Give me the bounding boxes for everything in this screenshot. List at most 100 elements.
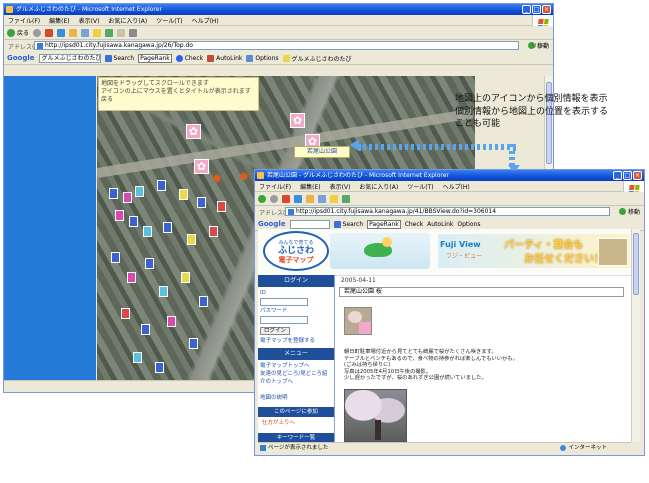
join-link[interactable]: 仕方が上りへ [258, 417, 334, 430]
cherry-blossom-icon[interactable] [194, 159, 209, 174]
forward-arrow-icon[interactable] [270, 194, 278, 203]
menu-edit[interactable]: 編集(E) [300, 182, 320, 191]
menu-file[interactable]: ファイル(F) [259, 182, 291, 191]
pagerank-button[interactable]: PageRank [138, 53, 172, 63]
go-button[interactable]: 移動 [618, 207, 640, 216]
favorites-icon[interactable] [93, 28, 102, 37]
maximize-button[interactable]: □ [532, 5, 541, 14]
favorites-icon[interactable] [330, 194, 338, 203]
restaurant-pin-icon[interactable] [181, 272, 190, 283]
autumn-leaf-icon[interactable] [237, 170, 251, 184]
id-input[interactable] [260, 298, 308, 306]
address-input[interactable]: http://ipsd01.city.fujisawa.kanagawa.jp/… [285, 207, 610, 216]
menu-help[interactable]: ヘルプ(H) [443, 182, 470, 191]
restaurant-pin-icon[interactable] [159, 286, 168, 297]
history-icon[interactable] [342, 194, 350, 203]
menu-view[interactable]: 表示(V) [79, 16, 100, 25]
restaurant-pin-icon[interactable] [143, 226, 152, 237]
password-input[interactable] [260, 316, 308, 324]
search-icon[interactable] [81, 28, 90, 37]
google-search-input[interactable]: グルメふじさわのたび [38, 53, 101, 63]
menu-file[interactable]: ファイル(F) [8, 16, 40, 25]
restaurant-pin-icon[interactable] [187, 234, 196, 245]
restaurant-pin-icon[interactable] [197, 197, 206, 208]
menu-favorites[interactable]: お気に入り(A) [359, 182, 398, 191]
menu-help[interactable]: ヘルプ(H) [192, 16, 219, 25]
menu-item-highlights[interactable]: 友達の見どころ/見どころ紹介のトップへ [260, 370, 332, 386]
back-arrow-icon[interactable] [258, 194, 266, 203]
search-icon[interactable] [318, 194, 326, 203]
register-link[interactable]: 電子マップを登録する [260, 338, 332, 345]
mail-icon[interactable] [117, 28, 126, 37]
check-button[interactable]: Check [175, 54, 203, 62]
close-button[interactable]: × [633, 171, 642, 180]
google-logo[interactable]: Google [258, 220, 286, 228]
restaurant-pin-icon[interactable] [141, 324, 150, 335]
stop-icon[interactable] [282, 194, 290, 203]
restaurant-pin-icon[interactable] [217, 201, 226, 212]
cherry-blossom-icon[interactable] [290, 113, 305, 128]
google-search-button[interactable]: Search [104, 54, 134, 62]
print-icon[interactable] [129, 28, 138, 37]
restaurant-pin-icon[interactable] [199, 296, 208, 307]
cherry-tree-photo[interactable] [344, 389, 407, 442]
links-label[interactable]: リンク [531, 41, 549, 50]
restaurant-pin-icon[interactable] [155, 362, 164, 373]
menu-tools[interactable]: ツール(T) [156, 16, 182, 25]
address-input[interactable]: http://ipsd01.city.fujisawa.kanagawa.jp/… [34, 41, 519, 50]
back-button[interactable]: 戻る [7, 28, 29, 37]
refresh-icon[interactable] [294, 194, 302, 203]
restaurant-pin-icon[interactable] [121, 308, 130, 319]
restaurant-pin-icon[interactable] [209, 226, 218, 237]
history-icon[interactable] [105, 28, 114, 37]
login-button[interactable]: ログイン [260, 327, 291, 335]
restaurant-pin-icon[interactable] [145, 258, 154, 269]
refresh-icon[interactable] [57, 28, 66, 37]
pagerank-label[interactable]: PageRank [367, 219, 401, 229]
restaurant-pin-icon[interactable] [123, 192, 132, 203]
options-label[interactable]: Options [457, 221, 480, 228]
google-logo[interactable]: Google [7, 54, 35, 62]
highlight-button[interactable]: グルメふじさわのたび [282, 54, 352, 63]
restaurant-pin-icon[interactable] [157, 180, 166, 191]
minimize-button[interactable]: _ [522, 5, 531, 14]
restaurant-pin-icon[interactable] [179, 189, 188, 200]
restaurant-pin-icon[interactable] [127, 272, 136, 283]
menu-tools[interactable]: ツール(T) [407, 182, 433, 191]
restaurant-pin-icon[interactable] [167, 316, 176, 327]
forward-arrow-icon[interactable] [33, 28, 42, 37]
article-thumbnail[interactable] [344, 307, 372, 335]
restaurant-pin-icon[interactable] [111, 252, 120, 263]
restaurant-pin-icon[interactable] [133, 352, 142, 363]
menu-edit[interactable]: 編集(E) [49, 16, 69, 25]
minimize-button[interactable]: _ [613, 171, 622, 180]
restaurant-pin-icon[interactable] [135, 186, 144, 197]
main-title-bar[interactable]: グルメふじさわのたび - Microsoft Internet Explorer… [4, 4, 553, 15]
stop-icon[interactable] [45, 28, 54, 37]
home-icon[interactable] [306, 194, 314, 203]
cherry-blossom-icon[interactable] [186, 124, 201, 139]
popup-scrollbar[interactable] [631, 229, 640, 442]
site-logo[interactable]: みんなで育てる ふじさわ 電子マップ [263, 231, 329, 271]
options-button[interactable]: Options [246, 54, 279, 62]
restaurant-pin-icon[interactable] [129, 216, 138, 227]
google-search-button[interactable]: Search [333, 220, 363, 228]
map-back-link[interactable]: 戻る [101, 96, 256, 104]
menu-item-map-top[interactable]: 電子マップトップへ [260, 362, 332, 370]
menu-favorites[interactable]: お気に入り(A) [108, 16, 147, 25]
menu-view[interactable]: 表示(V) [330, 182, 351, 191]
popup-scroll-thumb[interactable] [633, 233, 639, 295]
check-label[interactable]: Check [405, 221, 423, 228]
autolink-button[interactable]: AutoLink [207, 54, 242, 62]
restaurant-pin-icon[interactable] [115, 210, 124, 221]
autolink-label[interactable]: AutoLink [427, 221, 453, 228]
autumn-leaf-icon[interactable] [210, 172, 224, 186]
ad-banner[interactable]: Fuji View フジ・ビュー パーティ・宴会も お任せください！ [438, 234, 630, 268]
restaurant-pin-icon[interactable] [189, 338, 198, 349]
popup-title-bar[interactable]: 若尾山公園 - グルメふじさわのたび - Microsoft Internet … [255, 170, 644, 181]
maximize-button[interactable]: □ [623, 171, 632, 180]
restaurant-pin-icon[interactable] [163, 222, 172, 233]
home-icon[interactable] [69, 28, 78, 37]
park-map-label[interactable]: 若尾山公園 [294, 146, 350, 158]
close-button[interactable]: × [542, 5, 551, 14]
